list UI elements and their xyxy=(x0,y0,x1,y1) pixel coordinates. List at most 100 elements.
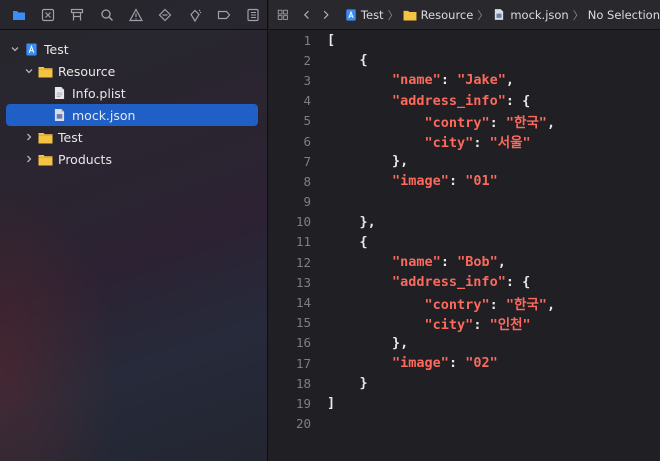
code-text: }, xyxy=(327,334,409,351)
code-line[interactable]: 14 "contry": "한국", xyxy=(269,292,660,313)
warning-icon[interactable] xyxy=(121,0,150,30)
code-line[interactable]: 6 "city": "서울" xyxy=(269,131,660,152)
editor-jump-bar: Test 〉 Resource 〉 mock.json 〉 No Selecti… xyxy=(269,0,660,30)
diamond-icon[interactable] xyxy=(151,0,180,30)
line-number: 20 xyxy=(295,416,311,432)
list-icon[interactable] xyxy=(239,0,268,30)
chevron-right-icon[interactable] xyxy=(24,154,34,164)
folder-icon xyxy=(38,64,53,78)
code-text: }, xyxy=(327,213,376,230)
json-file-icon xyxy=(492,8,506,22)
code-text: ] xyxy=(327,395,336,412)
code-text: "image": "01" xyxy=(392,173,498,190)
file-icon xyxy=(52,86,67,100)
code-line[interactable]: 2 { xyxy=(269,50,660,70)
breadcrumb-separator: 〉 xyxy=(572,8,584,22)
line-number: 4 xyxy=(303,93,311,109)
code-line[interactable]: 13 "address_info": { xyxy=(269,272,660,292)
code-text: "contry": "한국", xyxy=(424,296,556,313)
navigator-toolbar xyxy=(0,0,268,30)
line-number: 19 xyxy=(295,395,311,411)
line-number: 15 xyxy=(295,315,311,331)
project-icon xyxy=(24,42,39,56)
code-line[interactable]: 17 "image": "02" xyxy=(269,353,660,373)
tree-item-label: Resource xyxy=(58,63,116,79)
chevron-right-icon[interactable] xyxy=(24,132,34,142)
tree-item-test-folder[interactable]: Test xyxy=(0,126,268,148)
tree-item-info-plist[interactable]: Info.plist xyxy=(0,82,268,104)
line-number: 3 xyxy=(303,72,311,88)
tree-item-mock-json[interactable]: mock.json xyxy=(6,104,258,126)
breadcrumb-item-project[interactable]: Test xyxy=(361,8,384,22)
code-text: "address_info": { xyxy=(392,92,531,109)
folder-icon[interactable] xyxy=(4,0,33,30)
project-icon xyxy=(344,8,358,22)
line-number: 12 xyxy=(295,254,311,270)
breadcrumb: Test 〉 Resource 〉 mock.json 〉 No Selecti… xyxy=(344,7,660,23)
code-area[interactable]: 1[2 {3 "name": "Jake", 4 "address_info": … xyxy=(269,30,660,434)
folder-icon xyxy=(38,152,53,166)
json-file-icon xyxy=(52,108,67,122)
chevron-right-icon[interactable] xyxy=(320,8,332,22)
navigator-sidebar: Test Resource Info.plist mock.json Test … xyxy=(0,0,268,461)
project-navigator-tree: Test Resource Info.plist mock.json Test … xyxy=(0,38,268,170)
tag-icon[interactable] xyxy=(209,0,238,30)
spray-icon[interactable] xyxy=(180,0,209,30)
line-number: 11 xyxy=(295,234,311,250)
code-line[interactable]: 4 "address_info": { xyxy=(269,91,660,111)
folder-icon xyxy=(403,8,417,22)
line-number: 10 xyxy=(295,214,311,230)
code-text: "contry": "한국", xyxy=(424,114,556,131)
line-number: 6 xyxy=(303,133,311,149)
code-line[interactable]: 19] xyxy=(269,393,660,413)
code-editor: Test 〉 Resource 〉 mock.json 〉 No Selecti… xyxy=(269,0,660,461)
search-icon[interactable] xyxy=(92,0,121,30)
line-number: 1 xyxy=(303,32,311,48)
grid-icon[interactable] xyxy=(277,8,289,22)
chevron-left-icon[interactable] xyxy=(301,8,313,22)
chevron-down-icon[interactable] xyxy=(24,66,34,76)
breadcrumb-item-folder[interactable]: Resource xyxy=(421,8,474,22)
line-number: 7 xyxy=(303,153,311,169)
code-line[interactable]: 7 }, xyxy=(269,151,660,171)
chevron-down-icon[interactable] xyxy=(10,44,20,54)
line-number: 2 xyxy=(303,52,311,68)
breadcrumb-separator: 〉 xyxy=(477,8,489,22)
code-text: "address_info": { xyxy=(392,274,531,291)
code-line[interactable]: 1[ xyxy=(269,30,660,50)
code-text: { xyxy=(327,52,368,69)
tree-item-label: Info.plist xyxy=(72,85,126,101)
code-line[interactable]: 18 } xyxy=(269,373,660,393)
code-text: "city": "인천" xyxy=(424,316,531,333)
code-line[interactable]: 5 "contry": "한국", xyxy=(269,111,660,131)
tree-item-resource-folder[interactable]: Resource xyxy=(0,60,268,82)
tree-item-label: Test xyxy=(58,129,83,145)
breadcrumb-item-file[interactable]: mock.json xyxy=(510,8,568,22)
code-line[interactable]: 12 "name": "Bob", xyxy=(269,252,660,272)
folder-icon xyxy=(38,130,53,144)
tree-item-test-project[interactable]: Test xyxy=(0,38,268,60)
code-line[interactable]: 9 xyxy=(269,192,660,212)
code-line[interactable]: 11 { xyxy=(269,232,660,252)
code-line[interactable]: 8 "image": "01" xyxy=(269,171,660,191)
code-line[interactable]: 16 }, xyxy=(269,333,660,353)
hierarchy-icon[interactable] xyxy=(63,0,92,30)
breadcrumb-item-selection[interactable]: No Selection xyxy=(588,8,660,22)
line-number: 8 xyxy=(303,173,311,189)
code-line[interactable]: 3 "name": "Jake", xyxy=(269,70,660,90)
tree-item-label: mock.json xyxy=(72,107,136,123)
line-number: 9 xyxy=(303,194,311,210)
line-number: 16 xyxy=(295,335,311,351)
tree-item-label: Products xyxy=(58,151,112,167)
line-number: 14 xyxy=(295,295,311,311)
line-number: 18 xyxy=(295,375,311,391)
tree-item-products-folder[interactable]: Products xyxy=(0,148,268,170)
code-text: "name": "Bob", xyxy=(392,254,506,271)
x-square-icon[interactable] xyxy=(33,0,62,30)
code-text: [ xyxy=(327,32,336,49)
code-line[interactable]: 10 }, xyxy=(269,212,660,232)
line-number: 17 xyxy=(295,355,311,371)
code-text: "image": "02" xyxy=(392,355,498,372)
code-line[interactable]: 15 "city": "인천" xyxy=(269,313,660,333)
code-line[interactable]: 20 xyxy=(269,414,660,434)
